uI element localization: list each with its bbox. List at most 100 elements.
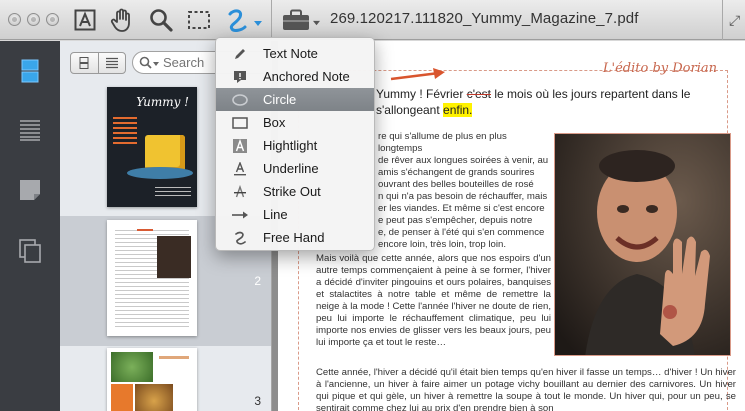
text-line: encore loin, très loin, trop loin. [378, 239, 506, 250]
menu-item-text-note[interactable]: Text Note [216, 42, 374, 65]
bottom-paragraph: Cette année, l'hiver a décidé qu'il étai… [316, 367, 736, 411]
list-view-button[interactable] [97, 53, 126, 73]
page-header: L'édito by Dorian [602, 61, 717, 76]
menu-item-line[interactable]: Line [216, 203, 374, 226]
text-line: de rêver aux longues soirées à venir, au [378, 155, 549, 166]
line-arrow-icon [216, 210, 263, 220]
text-line: e, de penser à l'été qui s'en commence [378, 227, 545, 238]
grid-view-button[interactable] [71, 53, 98, 73]
thumbnail-food-photo [135, 384, 173, 411]
menu-item-label: Hightlight [263, 138, 318, 153]
page-thumbnail[interactable] [107, 348, 197, 411]
page-thumbnail[interactable]: Yummy ! [107, 87, 197, 207]
hand-tool[interactable] [108, 6, 136, 34]
menu-item-label: Circle [263, 92, 297, 107]
chevron-down-icon [312, 20, 320, 25]
thumbnail-annotation-arrow [137, 229, 153, 231]
box-icon [216, 116, 263, 129]
annotation-curve-icon [228, 9, 247, 32]
page-number: 2 [254, 274, 261, 288]
menu-item-underline[interactable]: Underline [216, 157, 374, 180]
outline-mode-button[interactable] [19, 119, 41, 141]
window-title: 269.120217.111820_Yummy_Magazine_7.pdf [330, 10, 639, 27]
minimize-window-button[interactable] [27, 13, 40, 26]
column-1-paragraph: Mais voilà que cette année, alors que no… [316, 253, 551, 348]
thumbnail-cake [145, 135, 185, 171]
list-icon [105, 57, 118, 69]
thumbnail-text-block [113, 117, 137, 145]
menu-item-label: Box [263, 115, 286, 130]
thumbnail-heading [159, 356, 189, 359]
zoom-tool[interactable] [148, 6, 174, 34]
search-icon [139, 56, 152, 69]
thumbnails-mode-button[interactable] [19, 59, 41, 83]
sticky-note-icon [20, 180, 40, 200]
menu-item-box[interactable]: Box [216, 111, 374, 134]
author-photo [554, 133, 731, 356]
zoom-window-button[interactable] [46, 13, 59, 26]
portrait-illustration [555, 134, 730, 355]
thumbnail-row-page-3[interactable]: 3 [60, 346, 271, 411]
marquee-icon [188, 11, 210, 29]
menu-item-free-hand[interactable]: Free Hand [216, 226, 374, 249]
toolbar-separator [271, 0, 272, 40]
circle-icon [216, 93, 263, 106]
intro-text: Yummy ! Février [376, 87, 467, 101]
menu-item-strike-out[interactable]: Strike Out [216, 180, 374, 203]
thumbnail-plate [127, 167, 193, 179]
thumbnail-food-photo [111, 352, 153, 382]
toolbar-separator [722, 0, 723, 40]
underline-icon [216, 161, 263, 176]
thumbnail-food-photo [111, 384, 133, 411]
thumbnail-text-block [155, 187, 191, 199]
text-line: er les viandes. Et même si c'est encore [378, 203, 545, 214]
text-line: n qui n'a pas besoin de réchauffer, mais [378, 191, 548, 202]
thumbnail-photo [157, 236, 191, 278]
menu-item-label: Underline [263, 161, 319, 176]
hand-icon [110, 8, 130, 32]
sidebar-mode-strip [0, 41, 60, 411]
pencil-icon [216, 47, 263, 61]
annotations-mode-button[interactable] [19, 179, 41, 201]
intro-paragraph: Yummy ! Février c'est le mois où les jou… [376, 86, 736, 118]
text-line: amis s'échangent de grands sourires [378, 167, 535, 178]
thumbnails-icon [21, 59, 39, 83]
magnifier-icon [150, 9, 173, 32]
selection-tool[interactable] [186, 6, 212, 34]
bookmarks-mode-button[interactable] [19, 239, 41, 263]
menu-item-label: Line [263, 207, 288, 222]
menu-item-anchored-note[interactable]: Anchored Note [216, 65, 374, 88]
intro-text: s'allongeant [376, 103, 444, 117]
menu-item-label: Text Note [263, 46, 318, 61]
toolbox-icon [282, 9, 309, 30]
toolbox-tool[interactable] [280, 6, 322, 34]
page-thumbnail[interactable] [107, 220, 197, 336]
toolbar: 269.120217.111820_Yummy_Magazine_7.pdf ⤢ [0, 0, 745, 40]
column-1-top: re qui s'allume de plus en plus longtemp… [378, 131, 550, 251]
text-line: re qui s'allume de plus en plus longtemp… [378, 131, 507, 154]
strikeout-annotation[interactable]: c'est [467, 87, 491, 101]
thumbnail-title: Yummy ! [136, 95, 189, 109]
text-select-tool[interactable] [73, 6, 97, 34]
annotation-menu: Text Note Anchored Note Circle Box Hight… [215, 37, 375, 251]
pages-icon [19, 239, 41, 263]
chevron-down-icon [254, 21, 262, 26]
close-window-button[interactable] [8, 13, 21, 26]
highlight-annotation[interactable]: enfin. [443, 103, 473, 117]
view-mode-toggle[interactable] [70, 52, 126, 74]
menu-item-label: Strike Out [263, 184, 321, 199]
menu-item-highlight[interactable]: Hightlight [216, 134, 374, 157]
menu-item-label: Anchored Note [263, 69, 350, 84]
text-select-icon [74, 9, 96, 31]
freehand-icon [216, 231, 263, 245]
fullscreen-icon[interactable]: ⤢ [729, 12, 740, 29]
chevron-down-icon [153, 62, 159, 66]
grid-icon [79, 57, 89, 69]
highlight-icon [216, 138, 263, 153]
annotation-tool[interactable] [223, 6, 265, 34]
menu-item-circle[interactable]: Circle [216, 88, 374, 111]
text-line: ouvrant des belles bouteilles de rosé [378, 179, 534, 190]
text-line: e peut pas s'empêcher, depuis notre [378, 215, 533, 226]
strikeout-icon [216, 184, 263, 199]
page-number: 3 [254, 394, 261, 408]
